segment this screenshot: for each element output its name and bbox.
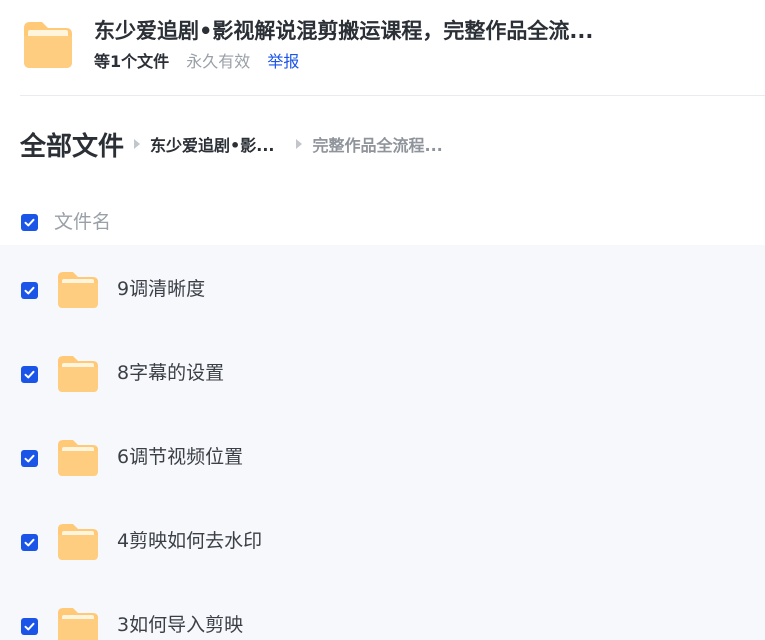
- file-name[interactable]: 4剪映如何去水印: [117, 527, 262, 555]
- breadcrumb-separator-icon: [296, 139, 303, 149]
- list-item[interactable]: 9调清晰度: [0, 247, 765, 331]
- report-link[interactable]: 举报: [267, 52, 299, 71]
- share-header: 东少爱追剧•影视解说混剪搬运课程，完整作品全流... 等1个文件 永久有效 举报: [0, 0, 765, 96]
- breadcrumb-item[interactable]: 东少爱追剧•影...: [150, 132, 274, 156]
- share-page: 东少爱追剧•影视解说混剪搬运课程，完整作品全流... 等1个文件 永久有效 举报…: [0, 0, 765, 640]
- list-item[interactable]: 4剪映如何去水印: [0, 499, 765, 583]
- select-all-checkbox[interactable]: [21, 214, 38, 231]
- breadcrumb-separator-icon: [134, 139, 141, 149]
- header-divider: [20, 95, 765, 96]
- file-name[interactable]: 6调节视频位置: [117, 443, 243, 471]
- file-name[interactable]: 3如何导入剪映: [117, 611, 243, 639]
- row-checkbox[interactable]: [21, 282, 38, 299]
- list-item[interactable]: 8字幕的设置: [0, 331, 765, 415]
- file-name[interactable]: 8字幕的设置: [117, 359, 224, 387]
- checkmark-icon: [24, 538, 35, 547]
- folder-icon: [58, 356, 98, 392]
- file-list: 9调清晰度 8字幕的设置 6调节视频位置 4剪映如何去水印 3如何导入剪映: [0, 245, 765, 640]
- column-header-name: 文件名: [54, 211, 112, 233]
- share-title: 东少爱追剧•影视解说混剪搬运课程，完整作品全流...: [94, 19, 594, 43]
- share-meta: 等1个文件 永久有效 举报: [94, 50, 299, 74]
- file-name[interactable]: 9调清晰度: [117, 275, 205, 303]
- checkmark-icon: [24, 622, 35, 631]
- breadcrumb-root[interactable]: 全部文件: [20, 126, 124, 163]
- folder-icon: [58, 440, 98, 476]
- row-checkbox[interactable]: [21, 534, 38, 551]
- file-list-header: 文件名: [0, 198, 765, 244]
- checkmark-icon: [24, 286, 35, 295]
- checkmark-icon: [24, 454, 35, 463]
- breadcrumb-item-current: 完整作品全流程...: [312, 136, 443, 155]
- file-count: 等1个文件: [94, 52, 170, 71]
- row-checkbox[interactable]: [21, 366, 38, 383]
- expiry-text: 永久有效: [186, 52, 251, 71]
- checkmark-icon: [24, 218, 35, 227]
- folder-icon: [58, 524, 98, 560]
- list-item[interactable]: 3如何导入剪映: [0, 583, 765, 640]
- folder-icon: [24, 22, 72, 68]
- checkmark-icon: [24, 370, 35, 379]
- row-checkbox[interactable]: [21, 450, 38, 467]
- list-item[interactable]: 6调节视频位置: [0, 415, 765, 499]
- row-checkbox[interactable]: [21, 618, 38, 635]
- folder-icon: [58, 608, 98, 640]
- breadcrumb: 全部文件 东少爱追剧•影... 完整作品全流程...: [20, 124, 443, 164]
- folder-icon: [58, 272, 98, 308]
